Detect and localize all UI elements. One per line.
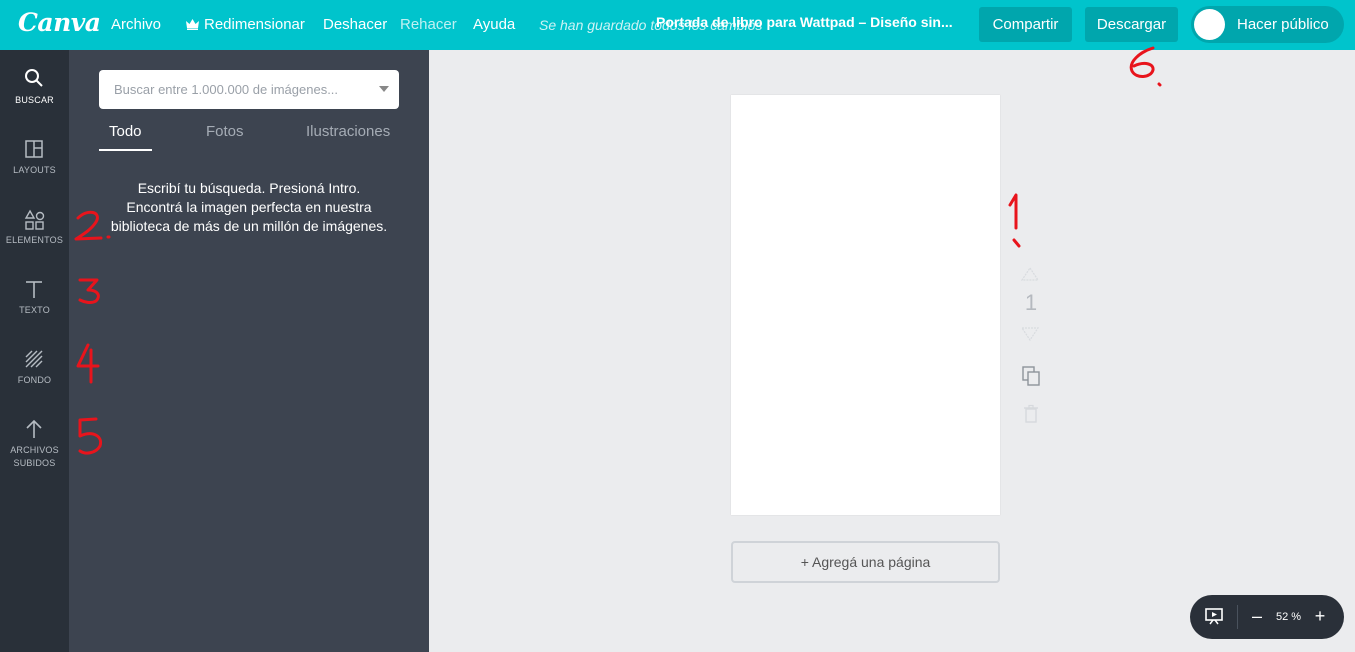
search-icon xyxy=(25,69,43,87)
menu-ayuda[interactable]: Ayuda xyxy=(473,16,515,33)
elements-icon xyxy=(24,209,45,230)
menu-redimensionar[interactable]: Redimensionar xyxy=(185,16,305,33)
active-tab-indicator xyxy=(99,149,152,151)
canva-editor: Canva Archivo Redimensionar Deshacer Reh… xyxy=(0,0,1355,652)
toggle-knob xyxy=(1194,9,1225,40)
copy-page-icon[interactable] xyxy=(1020,365,1042,387)
zoom-controls: – 52 % + xyxy=(1190,595,1344,639)
rail-label-subidos: SUBIDOS xyxy=(13,458,56,468)
move-page-down-icon[interactable] xyxy=(1020,326,1040,342)
canva-logo[interactable]: Canva xyxy=(18,8,101,37)
publish-toggle[interactable]: Hacer público xyxy=(1191,6,1344,43)
zoom-out-button[interactable]: – xyxy=(1247,604,1267,628)
annotation-number-1 xyxy=(1008,193,1021,248)
add-page-button[interactable]: + Agregá una página xyxy=(731,541,1000,583)
rail-label-archivos: ARCHIVOS xyxy=(10,445,59,455)
background-pattern-icon xyxy=(25,350,43,368)
annotation-number-6 xyxy=(1129,46,1162,87)
rail-item-elementos[interactable]: ELEMENTOS xyxy=(0,192,69,262)
tab-fotos[interactable]: Fotos xyxy=(206,123,244,140)
rail-label-fondo: FONDO xyxy=(17,375,52,385)
rail-item-layouts[interactable]: LAYOUTS xyxy=(0,122,69,192)
search-placeholder: Buscar entre 1.000.000 de imágenes... xyxy=(114,82,339,97)
rail-label-elementos: ELEMENTOS xyxy=(5,235,64,245)
page-number: 1 xyxy=(1024,290,1038,315)
rail-item-fondo[interactable]: FONDO xyxy=(0,332,69,402)
rail-item-buscar[interactable]: BUSCAR xyxy=(0,50,69,120)
menu-deshacer[interactable]: Deshacer xyxy=(323,16,387,33)
rail-label-layouts: LAYOUTS xyxy=(13,165,56,175)
side-rail: BUSCAR LAYOUTS ELEMENTOS TEXTO FONDO ARC… xyxy=(0,50,69,652)
document-title[interactable]: Portada de libro para Wattpad – Diseño s… xyxy=(656,14,953,30)
top-bar: Canva Archivo Redimensionar Deshacer Reh… xyxy=(0,0,1355,50)
menu-redimensionar-label: Redimensionar xyxy=(204,16,305,33)
menu-rehacer[interactable]: Rehacer xyxy=(400,16,457,33)
crown-icon xyxy=(186,19,199,30)
rail-item-texto[interactable]: TEXTO xyxy=(0,262,69,332)
share-button[interactable]: Compartir xyxy=(979,7,1072,42)
trash-icon[interactable] xyxy=(1020,404,1042,424)
tab-ilustraciones[interactable]: Ilustraciones xyxy=(306,123,390,140)
publish-label: Hacer público xyxy=(1237,16,1329,33)
rail-label-texto: TEXTO xyxy=(19,305,50,315)
layouts-icon xyxy=(25,140,43,158)
rail-item-archivos-subidos[interactable]: ARCHIVOS SUBIDOS xyxy=(0,402,69,482)
download-button[interactable]: Descargar xyxy=(1085,7,1178,42)
search-panel: Buscar entre 1.000.000 de imágenes... To… xyxy=(69,50,429,652)
tab-todo[interactable]: Todo xyxy=(109,123,142,140)
chevron-down-icon[interactable] xyxy=(379,86,389,92)
menu-archivo[interactable]: Archivo xyxy=(111,16,161,33)
zoom-in-button[interactable]: + xyxy=(1310,604,1330,628)
image-search-input[interactable]: Buscar entre 1.000.000 de imágenes... xyxy=(99,70,399,109)
presentation-icon[interactable] xyxy=(1204,607,1224,627)
rail-label-buscar: BUSCAR xyxy=(15,95,54,105)
design-page[interactable] xyxy=(731,95,1000,515)
zoom-level: 52 % xyxy=(1276,611,1302,623)
search-empty-message: Escribí tu búsqueda. Presioná Intro. Enc… xyxy=(110,180,388,234)
text-icon xyxy=(26,281,42,298)
move-page-up-icon[interactable] xyxy=(1020,266,1040,282)
zoom-divider xyxy=(1237,605,1238,629)
upload-arrow-icon xyxy=(26,419,42,438)
